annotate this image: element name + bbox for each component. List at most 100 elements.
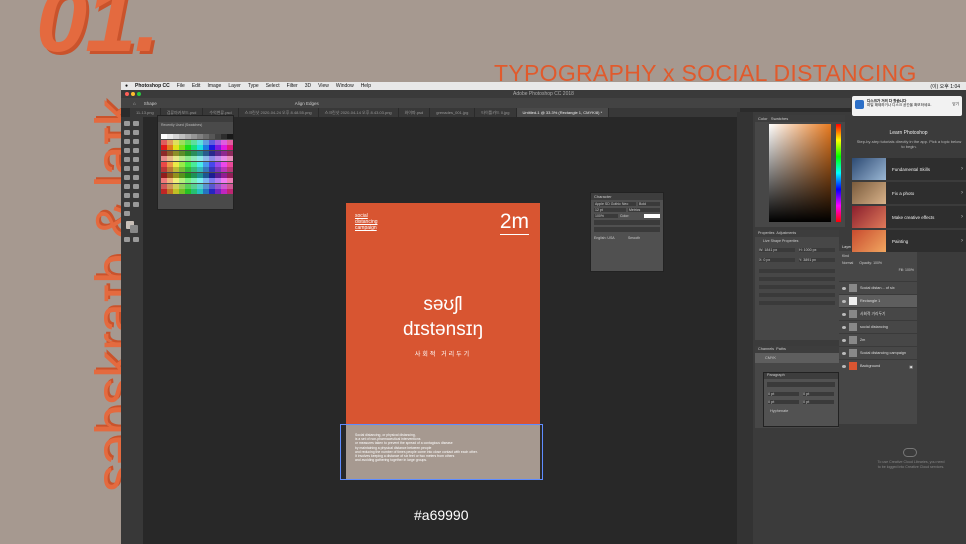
swatch-cell[interactable] bbox=[173, 134, 179, 139]
color-panel-tabs[interactable]: Color Swatches bbox=[755, 115, 845, 122]
swatch-cell[interactable] bbox=[209, 178, 215, 183]
swatch-cell[interactable] bbox=[209, 150, 215, 156]
properties-tabs[interactable]: Properties Adjustments bbox=[755, 230, 839, 237]
swatch-cell[interactable] bbox=[185, 150, 191, 156]
swatch-cell[interactable] bbox=[203, 161, 209, 167]
swatch-cell[interactable] bbox=[173, 156, 179, 161]
color-picker-field[interactable] bbox=[769, 124, 831, 222]
menu-type[interactable]: Type bbox=[248, 83, 259, 89]
tool-mode-select[interactable]: Shape bbox=[144, 101, 157, 106]
eye-icon[interactable] bbox=[842, 312, 846, 316]
swatch-cell[interactable] bbox=[185, 183, 191, 189]
swatch-cell[interactable] bbox=[173, 189, 179, 194]
swatch-cell[interactable] bbox=[221, 156, 227, 161]
swatch-cell[interactable] bbox=[221, 183, 227, 189]
swatch-cell[interactable] bbox=[197, 183, 203, 189]
corner-radius-row[interactable] bbox=[759, 285, 835, 289]
dodge-icon[interactable] bbox=[124, 184, 130, 189]
poster-campaign-label[interactable]: social distancing campaign bbox=[355, 213, 378, 231]
swatch-cell[interactable] bbox=[203, 189, 209, 194]
swatch-cell[interactable] bbox=[197, 189, 203, 194]
swatch-cell[interactable] bbox=[215, 189, 221, 194]
swatch-cell[interactable] bbox=[173, 145, 179, 150]
swatch-cell[interactable] bbox=[161, 134, 167, 139]
frame-tool-icon[interactable] bbox=[133, 139, 139, 144]
swatch-cell[interactable] bbox=[185, 139, 191, 145]
learn-item-fix-photo[interactable]: Fix a photo › bbox=[852, 182, 966, 204]
doc-tab[interactable]: 타이틀카드 0.jpg bbox=[475, 108, 517, 117]
swatch-cell[interactable] bbox=[197, 167, 203, 172]
menu-edit[interactable]: Edit bbox=[192, 83, 201, 89]
swatch-cell[interactable] bbox=[173, 139, 179, 145]
swatch-cell[interactable] bbox=[179, 172, 185, 178]
swatch-cell[interactable] bbox=[161, 145, 167, 150]
swatch-cell[interactable] bbox=[221, 189, 227, 194]
swatch-cell[interactable] bbox=[185, 161, 191, 167]
learn-item-creative[interactable]: Make creative effects › bbox=[852, 206, 966, 228]
menu-3d[interactable]: 3D bbox=[305, 83, 311, 89]
swatch-cell[interactable] bbox=[203, 178, 209, 183]
swatch-cell[interactable] bbox=[227, 189, 233, 194]
swatch-cell[interactable] bbox=[185, 172, 191, 178]
language-select[interactable]: English: USA bbox=[594, 236, 626, 240]
swatch-cell[interactable] bbox=[191, 189, 197, 194]
swatch-cell[interactable] bbox=[203, 150, 209, 156]
swatch-cell[interactable] bbox=[161, 167, 167, 172]
swatch-cell[interactable] bbox=[197, 139, 203, 145]
swatch-cell[interactable] bbox=[215, 167, 221, 172]
swatch-cell[interactable] bbox=[197, 145, 203, 150]
tab-color[interactable]: Color bbox=[758, 116, 768, 121]
lasso-tool-icon[interactable] bbox=[124, 130, 130, 135]
close-icon[interactable] bbox=[125, 92, 129, 96]
menu-layer[interactable]: Layer bbox=[228, 83, 241, 89]
swatch-cell[interactable] bbox=[179, 150, 185, 156]
swatch-cell[interactable] bbox=[167, 189, 173, 194]
background-color-icon[interactable] bbox=[130, 225, 138, 233]
swatch-cell[interactable] bbox=[191, 183, 197, 189]
swatch-cell[interactable] bbox=[221, 172, 227, 178]
corner-radius-row[interactable] bbox=[759, 293, 835, 297]
eye-icon[interactable] bbox=[842, 286, 846, 290]
eye-icon[interactable] bbox=[842, 351, 846, 355]
home-icon[interactable]: ⌂ bbox=[133, 101, 136, 106]
swatch-cell[interactable] bbox=[227, 161, 233, 167]
menu-image[interactable]: Image bbox=[207, 83, 221, 89]
learn-item-painting[interactable]: Painting › bbox=[852, 230, 966, 252]
space-after-field[interactable]: 0 pt bbox=[803, 400, 834, 404]
swatch-cell[interactable] bbox=[221, 167, 227, 172]
layer-row[interactable]: 2m bbox=[839, 333, 917, 346]
opacity-field[interactable]: Opacity: 100% bbox=[859, 260, 882, 267]
swatch-cell[interactable] bbox=[209, 145, 215, 150]
swatch-cell[interactable] bbox=[167, 150, 173, 156]
swatch-grid[interactable] bbox=[161, 134, 233, 194]
swatch-cell[interactable] bbox=[227, 150, 233, 156]
hand-tool-icon[interactable] bbox=[133, 202, 139, 207]
x-field[interactable]: X: 0 px bbox=[759, 258, 795, 262]
swatch-cell[interactable] bbox=[215, 134, 221, 139]
pen-tool-icon[interactable] bbox=[133, 184, 139, 189]
swatch-cell[interactable] bbox=[209, 161, 215, 167]
swatch-cell[interactable] bbox=[227, 156, 233, 161]
tab-paths[interactable]: Paths bbox=[776, 347, 786, 351]
swatch-cell[interactable] bbox=[209, 189, 215, 194]
swatch-cell[interactable] bbox=[161, 150, 167, 156]
tab-swatches[interactable]: Swatches bbox=[771, 116, 788, 121]
swatch-cell[interactable] bbox=[179, 183, 185, 189]
swatch-cell[interactable] bbox=[167, 139, 173, 145]
doc-tab[interactable]: 와이파.psd bbox=[399, 108, 431, 117]
swatch-cell[interactable] bbox=[173, 183, 179, 189]
swatch-cell[interactable] bbox=[209, 167, 215, 172]
swatch-cell[interactable] bbox=[221, 139, 227, 145]
hue-slider[interactable] bbox=[836, 124, 841, 222]
height-field[interactable]: H: 1000 px bbox=[799, 248, 835, 252]
swatch-cell[interactable] bbox=[161, 161, 167, 167]
tab-properties[interactable]: Properties bbox=[758, 231, 774, 235]
swatch-cell[interactable] bbox=[161, 189, 167, 194]
space-before-field[interactable]: 0 pt bbox=[768, 400, 799, 404]
menu-file[interactable]: File bbox=[177, 83, 185, 89]
layer-row[interactable]: 사회적 거리두기 bbox=[839, 307, 917, 320]
marquee-tool-icon[interactable] bbox=[133, 121, 139, 126]
doc-tab[interactable]: 스크린샷 2020-04-24 오후 8.48.55.png bbox=[239, 108, 319, 117]
swatch-cell[interactable] bbox=[167, 172, 173, 178]
antialias-select[interactable]: Smooth bbox=[628, 236, 660, 240]
